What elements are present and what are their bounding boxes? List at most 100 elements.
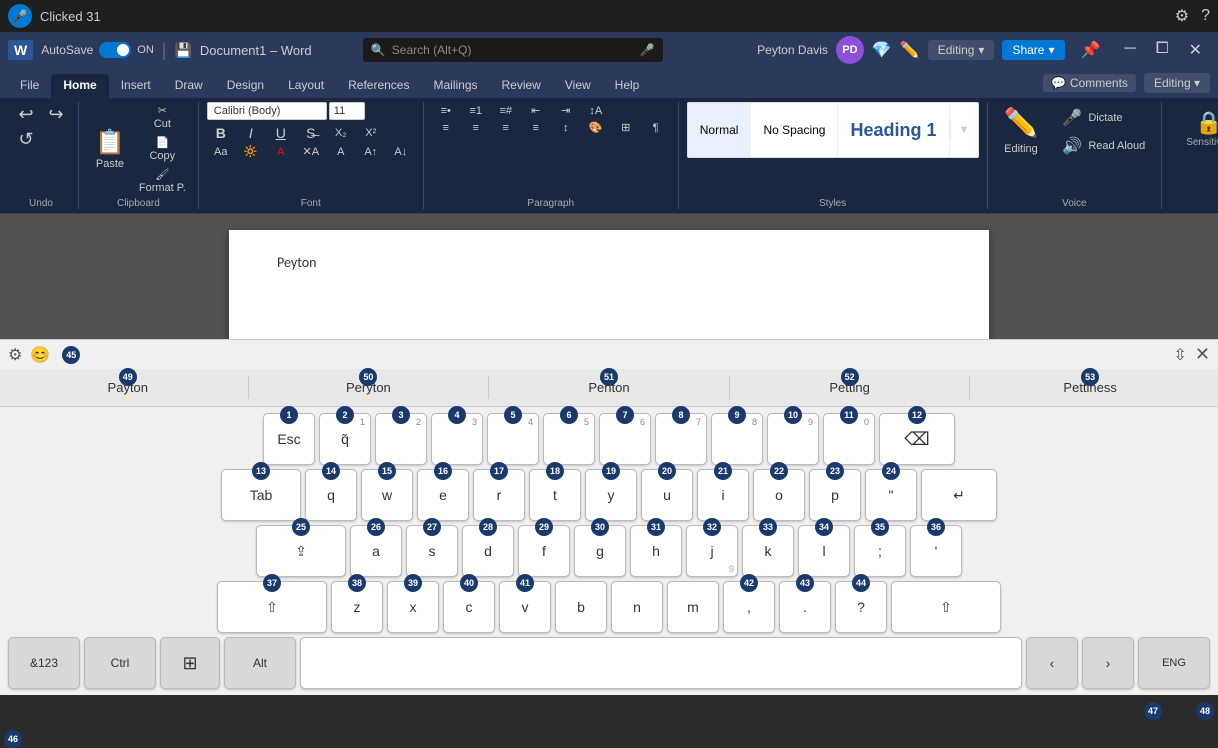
style-no-spacing[interactable]: No Spacing (751, 103, 838, 157)
key-right-arrow[interactable]: › (1082, 637, 1134, 689)
key-v[interactable]: 41 v (499, 581, 551, 633)
sensitivity-button[interactable]: 🔒 Sensitivity (1178, 106, 1218, 152)
align-right-button[interactable]: ≡ (492, 120, 520, 136)
key-ctrl[interactable]: Ctrl (84, 637, 156, 689)
key-p[interactable]: 23 p (809, 469, 861, 521)
align-center-button[interactable]: ≡ (462, 120, 490, 136)
key-4[interactable]: 5 4 (487, 413, 539, 465)
tab-help[interactable]: Help (603, 74, 652, 98)
tab-layout[interactable]: Layout (276, 74, 336, 98)
line-spacing-button[interactable]: ↕ (552, 120, 580, 136)
key-r[interactable]: 17 r (473, 469, 525, 521)
subscript-button[interactable]: X₂ (327, 125, 355, 141)
read-aloud-button[interactable]: 🔊 Read Aloud (1058, 134, 1149, 158)
tab-mailings[interactable]: Mailings (421, 74, 489, 98)
key-g[interactable]: 30 g (574, 525, 626, 577)
key-x[interactable]: 39 x (387, 581, 439, 633)
ribbon-editing-dropdown[interactable]: Editing ▾ (1144, 73, 1210, 93)
autosave-toggle[interactable] (99, 42, 131, 58)
tab-file[interactable]: File (8, 74, 51, 98)
key-space[interactable] (300, 637, 1022, 689)
justify-button[interactable]: ≡ (522, 120, 550, 136)
voice-search-icon[interactable]: 🎤 (640, 43, 655, 57)
key-enter[interactable]: ↵ (921, 469, 997, 521)
bullets-button[interactable]: ≡• (432, 103, 460, 119)
copy-button[interactable]: 📄 Copy (135, 134, 190, 164)
key-j[interactable]: 32 j 9 (686, 525, 738, 577)
key-b[interactable]: b (555, 581, 607, 633)
restore-button[interactable]: ⧠ (1148, 40, 1177, 60)
suggestion-petting[interactable]: 52 Petting (730, 376, 971, 399)
settings-icon[interactable]: ⚙ (1175, 6, 1189, 26)
key-semicolon[interactable]: 35 ; (854, 525, 906, 577)
key-alt[interactable]: Alt (224, 637, 296, 689)
multilevel-button[interactable]: ≡# (492, 103, 520, 119)
key-shift-right[interactable]: ⇧ (891, 581, 1001, 633)
key-h[interactable]: 31 h (630, 525, 682, 577)
suggestion-pettiness[interactable]: 53 Pettiness (970, 376, 1210, 399)
mic-button[interactable]: 🎤 (8, 4, 32, 28)
outdent-button[interactable]: ⇤ (522, 102, 550, 119)
key-period[interactable]: 43 . (779, 581, 831, 633)
key-0[interactable]: 11 0 (823, 413, 875, 465)
key-d[interactable]: 28 d (462, 525, 514, 577)
help-icon[interactable]: ? (1201, 7, 1210, 25)
save-icon[interactable]: 💾 (174, 42, 191, 59)
editing-dropdown-button[interactable]: Editing ▾ (928, 40, 995, 60)
paste-button[interactable]: 📋 Paste (87, 124, 133, 174)
font-face-input[interactable] (207, 102, 327, 120)
key-tab[interactable]: 13 Tab (221, 469, 301, 521)
key-win[interactable]: ⊞ (160, 637, 220, 689)
suggestion-peryton[interactable]: 50 Peryton (249, 376, 490, 399)
key-apostrophe[interactable]: 36 ' (910, 525, 962, 577)
dictate-button[interactable]: 🎤 Dictate (1058, 106, 1149, 130)
indent-button[interactable]: ⇥ (552, 102, 580, 119)
font-size-input[interactable] (329, 102, 365, 120)
key-e[interactable]: 16 e (417, 469, 469, 521)
key-z[interactable]: 38 z (331, 581, 383, 633)
key-1[interactable]: 2 1 q̃ (319, 413, 371, 465)
strikethrough-button[interactable]: S̶ (297, 123, 325, 143)
key-special[interactable]: &123 (8, 637, 80, 689)
key-s[interactable]: 27 s (406, 525, 458, 577)
undo-button[interactable]: ↩ (12, 102, 40, 127)
clear-format-button[interactable]: ✕A (297, 143, 325, 160)
key-9[interactable]: 10 9 (767, 413, 819, 465)
key-quote[interactable]: 24 " (865, 469, 917, 521)
font-size-shrink-button[interactable]: A↓ (387, 144, 415, 160)
pin-icon[interactable]: 📌 (1073, 40, 1109, 60)
voice-editing-button[interactable]: ✏️ Editing (996, 102, 1047, 159)
format-painter-button[interactable]: 🖌 Format P. (135, 166, 190, 196)
key-left-arrow[interactable]: ‹ (1026, 637, 1078, 689)
key-3[interactable]: 4 3 (431, 413, 483, 465)
tab-draw[interactable]: Draw (163, 74, 215, 98)
superscript-button[interactable]: X² (357, 125, 385, 141)
key-m[interactable]: m (667, 581, 719, 633)
text-case-button[interactable]: Aa (207, 144, 235, 160)
tab-insert[interactable]: Insert (109, 74, 163, 98)
key-caps[interactable]: 25 ⇪ (256, 525, 346, 577)
diamond-icon[interactable]: 💎 (872, 40, 892, 60)
key-8[interactable]: 9 8 (711, 413, 763, 465)
key-u[interactable]: 20 u (641, 469, 693, 521)
key-backspace[interactable]: 12 ⌫ (879, 413, 955, 465)
numbering-button[interactable]: ≡1 (462, 103, 490, 119)
suggestion-payton[interactable]: 49 Payton (8, 376, 249, 399)
sort-button[interactable]: ↕A (582, 103, 610, 119)
minimize-button[interactable]: ─ (1116, 40, 1143, 60)
key-w[interactable]: 15 w (361, 469, 413, 521)
keyboard-emoji-icon[interactable]: 😊 (30, 345, 50, 365)
key-lang[interactable]: ENG (1138, 637, 1210, 689)
text-effects-button[interactable]: A (327, 144, 355, 160)
search-bar[interactable]: 🔍 Search (Alt+Q) 🎤 (363, 38, 663, 62)
keyboard-settings-icon[interactable]: ⚙ (8, 345, 22, 365)
font-color-button[interactable]: A (267, 144, 295, 160)
key-o[interactable]: 22 o (753, 469, 805, 521)
styles-expand-button[interactable]: ▼ (950, 120, 978, 140)
document-page[interactable]: Peyton (229, 230, 989, 350)
key-6[interactable]: 7 6 (599, 413, 651, 465)
resize-icon[interactable]: ⇳ (1174, 345, 1187, 365)
tab-review[interactable]: Review (490, 74, 553, 98)
keyboard-close-button[interactable]: ✕ (1195, 344, 1210, 365)
tab-references[interactable]: References (336, 74, 421, 98)
